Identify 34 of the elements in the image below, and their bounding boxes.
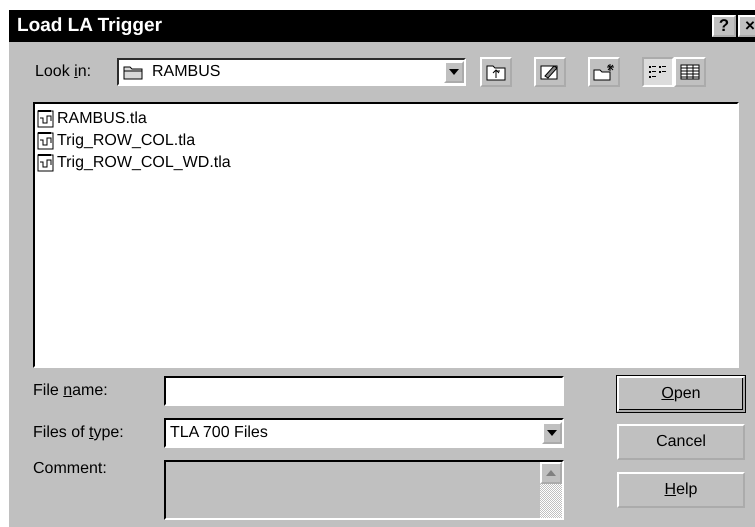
folder-icon	[123, 64, 143, 80]
file-icon	[37, 110, 55, 128]
details-view-icon	[680, 64, 700, 80]
title-bar-button[interactable]: ?	[712, 15, 736, 37]
pencil-icon	[540, 63, 560, 81]
list-view-button[interactable]	[642, 57, 674, 87]
dialog-button[interactable]: Help	[617, 472, 745, 508]
file-name-label: File name:	[33, 382, 109, 400]
file-item[interactable]: Trig_ROW_COL_WD.tla	[37, 152, 735, 174]
look-in-dropdown[interactable]: RAMBUS	[117, 58, 466, 86]
file-type-dropdown[interactable]: TLA 700 Files	[164, 418, 564, 448]
dialog-button[interactable]: Open	[617, 376, 745, 412]
list-view-icon	[648, 64, 668, 80]
title-bar-button[interactable]: ×	[738, 15, 755, 37]
file-icon	[37, 154, 55, 172]
details-view-button[interactable]	[674, 57, 706, 87]
dropdown-arrow-icon	[449, 69, 459, 75]
comment-label: Comment:	[33, 460, 108, 478]
look-in-label: Look in:	[35, 63, 92, 81]
scroll-up-icon	[546, 470, 556, 476]
window-title: Load LA Trigger	[17, 15, 162, 37]
up-folder-button[interactable]	[480, 57, 512, 87]
file-type-label: Files of type:	[33, 424, 125, 442]
file-item[interactable]: RAMBUS.tla	[37, 108, 735, 130]
new-folder-icon	[593, 63, 615, 81]
file-item[interactable]: Trig_ROW_COL.tla	[37, 130, 735, 152]
file-icon	[37, 132, 55, 150]
up-folder-icon	[486, 63, 506, 81]
comment-field[interactable]	[164, 460, 564, 520]
new-folder-button[interactable]	[588, 57, 620, 87]
file-name-field[interactable]	[164, 376, 564, 406]
desktop-button[interactable]	[534, 57, 566, 87]
dropdown-arrow-icon	[547, 430, 557, 436]
dialog-button[interactable]: Cancel	[617, 424, 745, 460]
